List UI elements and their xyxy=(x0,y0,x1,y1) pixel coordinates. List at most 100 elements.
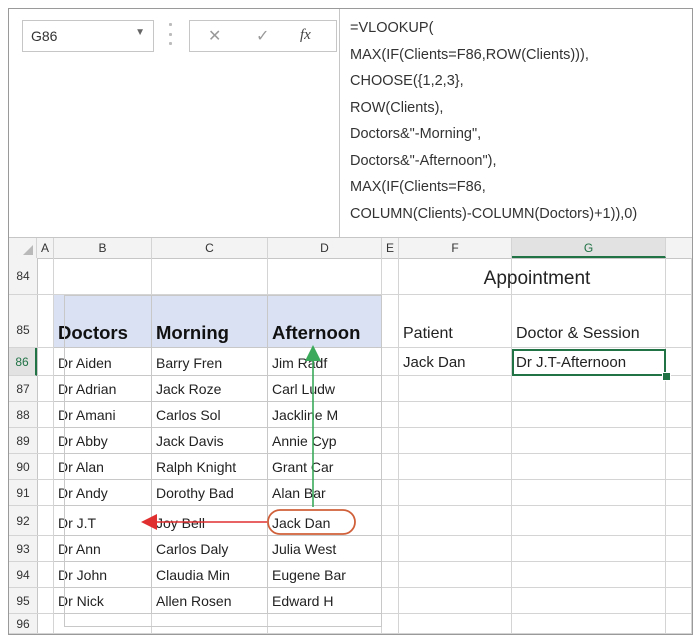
insert-function-icon[interactable]: fx xyxy=(300,27,311,44)
table-cell[interactable]: Dr Ann xyxy=(54,536,152,562)
table-cell[interactable]: Jack Roze xyxy=(152,376,268,402)
grid-cell[interactable] xyxy=(54,258,152,295)
grid-cell[interactable] xyxy=(666,562,692,588)
doctor-session-label[interactable]: Doctor & Session xyxy=(512,295,666,348)
column-header-g[interactable]: G xyxy=(512,238,666,258)
grid-cell[interactable] xyxy=(399,536,512,562)
formula-input[interactable]: =VLOOKUP(MAX(IF(Clients=F86,ROW(Clients)… xyxy=(339,9,692,237)
fill-handle[interactable] xyxy=(662,372,671,381)
grid-cell[interactable] xyxy=(666,295,692,348)
table-cell[interactable]: Edward H xyxy=(268,588,382,614)
grid-cell[interactable] xyxy=(37,402,54,428)
table-cell[interactable]: Joy Bell xyxy=(152,506,268,536)
grid-cell[interactable] xyxy=(666,402,692,428)
grid-cell[interactable] xyxy=(37,376,54,402)
table-cell[interactable]: Dr J.T xyxy=(54,506,152,536)
grid-cell[interactable] xyxy=(399,480,512,506)
grid-cell[interactable] xyxy=(37,614,54,634)
grid-cell[interactable] xyxy=(382,348,399,376)
grid-cell[interactable] xyxy=(399,428,512,454)
row-header-96[interactable]: 96 xyxy=(9,614,37,634)
grid-cell[interactable] xyxy=(666,614,692,634)
row-header-95[interactable]: 95 xyxy=(9,588,37,614)
grid-cell[interactable] xyxy=(399,454,512,480)
grid-cell[interactable] xyxy=(268,614,382,634)
grid-cell[interactable] xyxy=(399,562,512,588)
grid-cell[interactable] xyxy=(666,258,692,295)
grid-cell[interactable] xyxy=(399,588,512,614)
grid-cell[interactable] xyxy=(382,480,399,506)
column-header-d[interactable]: D xyxy=(268,238,382,258)
grid-cell[interactable] xyxy=(152,614,268,634)
row-header-85[interactable]: 85 xyxy=(9,295,37,348)
grid-cell[interactable] xyxy=(382,536,399,562)
table-cell[interactable]: Dorothy Bad xyxy=(152,480,268,506)
column-header-a[interactable]: A xyxy=(37,238,54,258)
grid-cell[interactable] xyxy=(382,506,399,536)
table-cell[interactable]: Barry Fren xyxy=(152,348,268,376)
table-cell[interactable]: Annie Cyp xyxy=(268,428,382,454)
table-cell[interactable]: Grant Car xyxy=(268,454,382,480)
table-cell[interactable]: Dr Amani xyxy=(54,402,152,428)
column-header-b[interactable]: B xyxy=(54,238,152,258)
grid-cell[interactable] xyxy=(512,614,666,634)
grid-cell[interactable] xyxy=(512,588,666,614)
table-cell[interactable]: Carlos Sol xyxy=(152,402,268,428)
grid-cell[interactable] xyxy=(382,428,399,454)
grid-cell[interactable] xyxy=(512,454,666,480)
table-cell[interactable]: Dr Andy xyxy=(54,480,152,506)
grid-cell[interactable] xyxy=(512,562,666,588)
table-cell[interactable]: Dr Adrian xyxy=(54,376,152,402)
grid-cell[interactable] xyxy=(37,480,54,506)
grid-cell[interactable] xyxy=(37,506,54,536)
table-cell[interactable]: Dr Abby xyxy=(54,428,152,454)
grid-cell[interactable] xyxy=(382,614,399,634)
row-header-88[interactable]: 88 xyxy=(9,402,37,428)
grid-cell[interactable] xyxy=(512,402,666,428)
grid-cell[interactable] xyxy=(399,506,512,536)
table-cell[interactable]: Dr John xyxy=(54,562,152,588)
row-header-86[interactable]: 86 xyxy=(9,348,37,376)
row-header-84[interactable]: 84 xyxy=(9,258,37,295)
row-header-89[interactable]: 89 xyxy=(9,428,37,454)
cancel-icon[interactable]: ✕ xyxy=(208,26,221,46)
table-cell[interactable]: Eugene Bar xyxy=(268,562,382,588)
grid-cell[interactable] xyxy=(382,258,399,295)
grid-cell[interactable] xyxy=(399,614,512,634)
column-header-e[interactable]: E xyxy=(382,238,399,258)
patient-value[interactable]: Jack Dan xyxy=(399,348,512,376)
grid-cell[interactable] xyxy=(399,402,512,428)
grid-cell[interactable] xyxy=(37,536,54,562)
grid-cell[interactable] xyxy=(37,428,54,454)
grid-cell[interactable] xyxy=(666,536,692,562)
table-cell[interactable]: Alan Bar xyxy=(268,480,382,506)
grid-cell[interactable] xyxy=(54,614,152,634)
table-cell[interactable]: Carlos Daly xyxy=(152,536,268,562)
row-header-93[interactable]: 93 xyxy=(9,536,37,562)
table-cell[interactable]: Jack Dan xyxy=(268,506,382,536)
column-header-c[interactable]: C xyxy=(152,238,268,258)
row-header-87[interactable]: 87 xyxy=(9,376,37,402)
grid-cell[interactable] xyxy=(666,588,692,614)
table-cell[interactable]: Jim Radf xyxy=(268,348,382,376)
grid-cell[interactable] xyxy=(37,295,54,348)
table-cell[interactable]: Dr Aiden xyxy=(54,348,152,376)
row-header-94[interactable]: 94 xyxy=(9,562,37,588)
grid-cell[interactable] xyxy=(666,428,692,454)
row-header-92[interactable]: 92 xyxy=(9,506,37,536)
grid-cell[interactable] xyxy=(512,376,666,402)
grid-cell[interactable] xyxy=(37,562,54,588)
table-cell[interactable]: Allen Rosen xyxy=(152,588,268,614)
table-header-doctors[interactable]: Doctors xyxy=(54,295,152,348)
table-cell[interactable]: Jack Davis xyxy=(152,428,268,454)
select-all-corner[interactable] xyxy=(9,238,37,258)
grid-cell[interactable] xyxy=(382,454,399,480)
grid-cell[interactable] xyxy=(37,348,54,376)
table-header-morning[interactable]: Morning xyxy=(152,295,268,348)
column-header-f[interactable]: F xyxy=(399,238,512,258)
grid-cell[interactable] xyxy=(512,428,666,454)
result-value[interactable]: Dr J.T-Afternoon xyxy=(512,348,666,376)
grid-cell[interactable] xyxy=(37,588,54,614)
table-cell[interactable]: Claudia Min xyxy=(152,562,268,588)
grid-cell[interactable] xyxy=(382,295,399,348)
